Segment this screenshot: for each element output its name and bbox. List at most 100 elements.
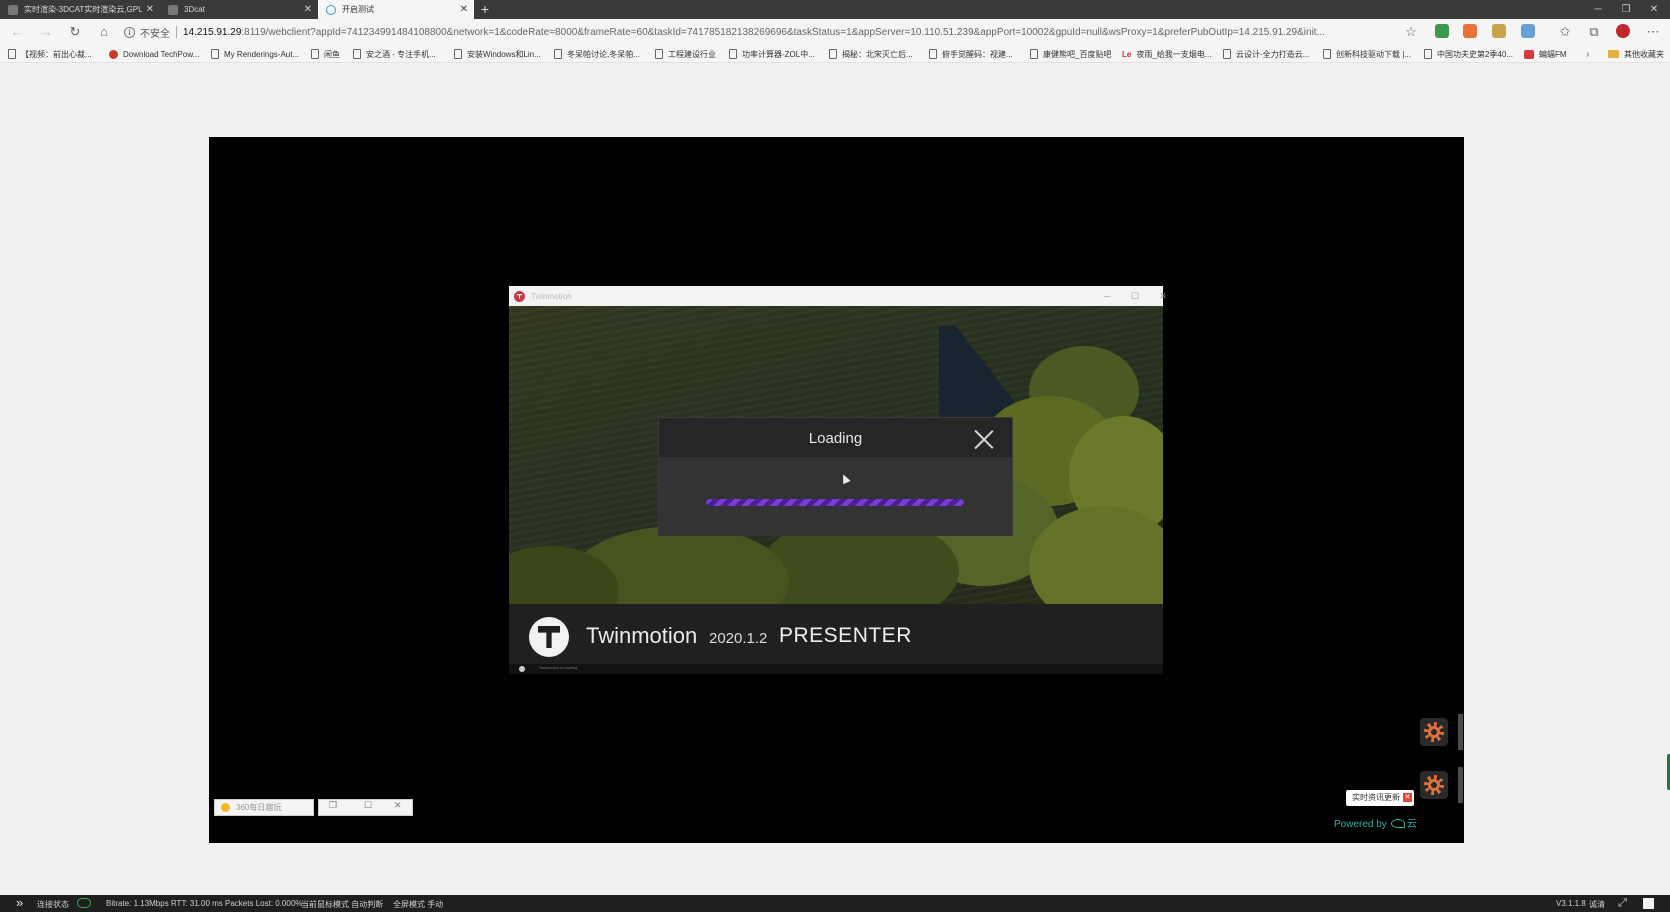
taskbar-window-thumb[interactable]: 360每日趣玩 bbox=[214, 799, 314, 816]
taskbar-window-label: 360每日趣玩 bbox=[236, 803, 282, 812]
twinmotion-titlebar: Twinmotion ─ ☐ ✕ bbox=[509, 286, 1167, 306]
translate-extension-icon[interactable] bbox=[1521, 24, 1535, 38]
url-host: 14.215.91.29 bbox=[183, 26, 242, 38]
bookmark-item[interactable]: 中国功夫史第2季40... bbox=[1424, 47, 1513, 61]
expand-icon[interactable]: ⤢ bbox=[1618, 897, 1627, 910]
settings-button[interactable] bbox=[1420, 718, 1448, 746]
more-menu-icon[interactable]: ⋯ bbox=[1644, 23, 1662, 41]
fullscreen-toggle-icon[interactable] bbox=[1643, 898, 1654, 909]
chevron-right-icon[interactable]: › bbox=[1586, 47, 1589, 61]
bookmark-item[interactable]: 揭秘：北宋灭亡后... bbox=[829, 47, 913, 61]
powered-by: Powered by 云 bbox=[1334, 815, 1417, 830]
bookmark-item[interactable]: 安之酒 - 专注手机... bbox=[353, 47, 436, 61]
profile-avatar[interactable] bbox=[1616, 24, 1630, 38]
chevron-right-icon[interactable]: » bbox=[16, 896, 23, 910]
bookmark-label: 其他收藏夹 bbox=[1624, 49, 1664, 59]
bookmark-item[interactable]: 康健熊吧_百度贴吧 bbox=[1030, 47, 1111, 61]
address-bar[interactable]: i 不安全 14.215.91.29:8119/webclient?appId=… bbox=[124, 22, 1414, 42]
extension-icon[interactable] bbox=[1492, 24, 1506, 38]
splash-status-strip: Twinmotion is loading bbox=[509, 664, 1163, 674]
tab-3dcat-render[interactable]: 实时渲染-3DCAT实时渲染云,GPU ✕ bbox=[0, 0, 160, 19]
bookmark-item[interactable]: 工程建设行业 bbox=[655, 47, 716, 61]
twinmotion-logo-icon bbox=[529, 617, 569, 657]
version-number: 2020.1.2 bbox=[709, 630, 768, 647]
page-icon bbox=[1223, 49, 1231, 59]
url-path: :8119/webclient?appId=741234991484108800… bbox=[241, 26, 1325, 38]
bookmark-item[interactable]: Download TechPow... bbox=[109, 47, 199, 61]
close-icon[interactable]: ✕ bbox=[1403, 793, 1412, 802]
connection-label: 连接状态 bbox=[37, 900, 69, 909]
bookmark-item[interactable]: 安装Windows和Lin... bbox=[454, 47, 541, 61]
divider bbox=[176, 26, 177, 38]
progress-bar bbox=[706, 499, 964, 506]
gear-icon bbox=[1424, 722, 1444, 742]
side-tab[interactable] bbox=[1458, 767, 1463, 803]
bookmark-item[interactable]: 蝙蝠FM bbox=[1524, 47, 1567, 61]
le-logo-icon: Le bbox=[1122, 49, 1132, 59]
globe-favicon-icon bbox=[326, 4, 336, 15]
star-icon[interactable]: ☆ bbox=[1402, 23, 1420, 41]
restore-icon[interactable]: ❐ bbox=[1612, 0, 1640, 19]
cat-favicon-icon bbox=[168, 4, 178, 15]
minimize-icon[interactable]: ─ bbox=[1584, 0, 1612, 19]
spinner-icon bbox=[519, 666, 525, 672]
info-icon[interactable]: i bbox=[124, 26, 135, 38]
close-window-icon[interactable]: ✕ bbox=[1640, 0, 1668, 19]
bookmark-item[interactable]: 冬呆帕讨论,冬呆帕... bbox=[554, 47, 640, 61]
bookmark-label: 功率计算器-ZOL中... bbox=[742, 49, 815, 59]
reload-icon[interactable]: ↻ bbox=[66, 23, 84, 41]
mouse-mode[interactable]: 当前鼠标模式 自动判断 bbox=[301, 899, 383, 910]
security-label: 不安全 bbox=[140, 28, 170, 40]
fm-logo-icon bbox=[1524, 49, 1534, 59]
loading-dialog-header: Loading bbox=[659, 418, 1012, 458]
close-icon[interactable] bbox=[973, 428, 995, 450]
maximize-icon[interactable]: ☐ bbox=[1121, 286, 1149, 306]
bookmark-label: 闲鱼 bbox=[324, 49, 340, 59]
home-icon[interactable]: ⌂ bbox=[95, 23, 113, 41]
new-tab-button[interactable]: + bbox=[476, 0, 494, 19]
close-icon[interactable]: ✕ bbox=[1149, 286, 1177, 306]
bookmark-item[interactable]: 【视频：前出心裁... bbox=[8, 47, 92, 61]
brand-logo-icon bbox=[1390, 819, 1405, 828]
tab-label: 3Dcat bbox=[184, 5, 205, 14]
minimize-icon[interactable]: ─ bbox=[1093, 286, 1121, 306]
bookmark-item[interactable]: Le 夜雨_给我一支烟电... bbox=[1122, 47, 1211, 61]
maximize-icon[interactable]: ☐ bbox=[364, 800, 372, 811]
edition-label: PRESENTER bbox=[779, 624, 912, 647]
bookmark-item[interactable]: 闲鱼 bbox=[311, 47, 340, 61]
bookmark-label: 俯手觉醒码：视建... bbox=[942, 49, 1013, 59]
shield-extension-icon[interactable] bbox=[1435, 24, 1449, 38]
collections-icon[interactable]: ⧉ bbox=[1585, 23, 1603, 41]
forward-icon[interactable]: → bbox=[37, 23, 55, 41]
loading-dialog: Loading bbox=[658, 417, 1013, 536]
cat-favicon-icon bbox=[8, 4, 18, 15]
gear-icon bbox=[1424, 775, 1444, 795]
bookmark-item[interactable]: 云设计-全力打造云... bbox=[1223, 47, 1309, 61]
folder-icon bbox=[1608, 50, 1619, 58]
extension-icon[interactable] bbox=[1463, 24, 1477, 38]
bookmark-item[interactable]: My Renderings-Aut... bbox=[211, 47, 299, 61]
back-icon[interactable]: ← bbox=[8, 23, 26, 41]
page-icon bbox=[211, 49, 219, 59]
restore-icon[interactable]: ❐ bbox=[329, 800, 337, 811]
side-tab[interactable] bbox=[1458, 714, 1463, 750]
powered-by-brand: 云 bbox=[1406, 819, 1417, 830]
quality-setting[interactable]: 诚清 bbox=[1589, 899, 1605, 910]
close-icon[interactable]: ✕ bbox=[394, 800, 402, 811]
tab-open-test[interactable]: 开启测试 ✕ bbox=[318, 0, 474, 19]
taskbar-window-thumb[interactable]: ❐ ☐ ✕ bbox=[318, 799, 413, 816]
fullscreen-mode[interactable]: 全屏模式 手动 bbox=[393, 899, 443, 910]
other-bookmarks[interactable]: 其他收藏夹 bbox=[1608, 47, 1664, 61]
favorites-icon[interactable]: ✩ bbox=[1556, 23, 1574, 41]
bookmark-label: 夜雨_给我一支烟电... bbox=[1136, 49, 1212, 59]
close-icon[interactable]: ✕ bbox=[460, 4, 468, 15]
page-icon bbox=[1030, 49, 1038, 59]
bookmark-item[interactable]: 创新科技驱动下载 |... bbox=[1323, 47, 1411, 61]
close-icon[interactable]: ✕ bbox=[304, 4, 312, 15]
bookmark-item[interactable]: 俯手觉醒码：视建... bbox=[929, 47, 1013, 61]
bookmark-item[interactable]: 功率计算器-ZOL中... bbox=[729, 47, 815, 61]
close-icon[interactable]: ✕ bbox=[146, 4, 154, 15]
settings-button[interactable] bbox=[1420, 771, 1448, 799]
tab-3dcat[interactable]: 3Dcat ✕ bbox=[160, 0, 318, 19]
news-update-badge[interactable]: 实时资讯更新 ✕ bbox=[1346, 790, 1414, 806]
